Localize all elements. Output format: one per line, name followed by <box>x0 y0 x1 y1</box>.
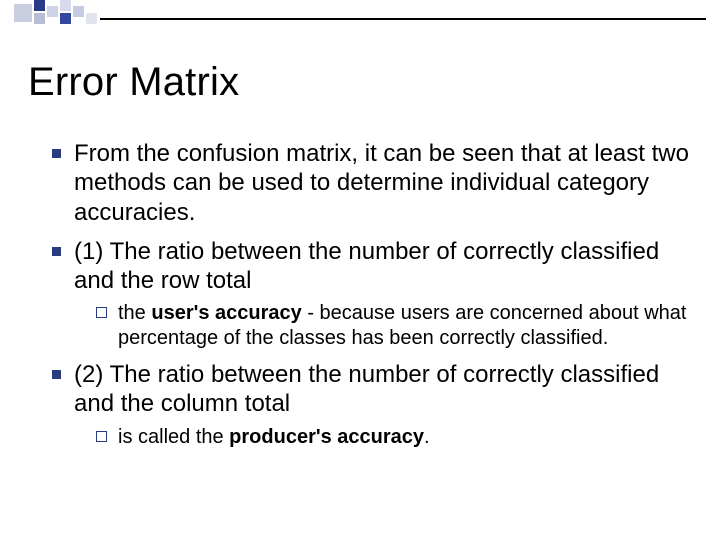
sub-bullet-text-bold: user's accuracy <box>151 302 301 324</box>
bullet-item: From the confusion matrix, it can be see… <box>52 139 692 227</box>
header-rule <box>100 18 706 20</box>
deco-square <box>34 13 45 24</box>
bullet-text: From the confusion matrix, it can be see… <box>74 140 689 226</box>
sub-bullet-text-prefix: the <box>118 302 151 324</box>
sub-bullet-item: is called the producer's accuracy. <box>96 425 692 449</box>
sub-bullet-list: is called the producer's accuracy. <box>74 425 692 449</box>
deco-square <box>60 0 71 11</box>
bullet-item: (2) The ratio between the number of corr… <box>52 360 692 449</box>
sub-bullet-text-rest: . <box>424 426 430 448</box>
slide-body: Error Matrix From the confusion matrix, … <box>28 60 692 459</box>
deco-square <box>73 6 84 17</box>
deco-square <box>47 6 58 17</box>
deco-square <box>34 0 45 11</box>
sub-bullet-item: the user's accuracy - because users are … <box>96 301 692 350</box>
bullet-list: From the confusion matrix, it can be see… <box>28 139 692 449</box>
slide-title: Error Matrix <box>28 60 692 105</box>
sub-bullet-text-bold: producer's accuracy <box>229 426 424 448</box>
deco-square <box>86 13 97 24</box>
sub-bullet-list: the user's accuracy - because users are … <box>74 301 692 350</box>
sub-bullet-text-prefix: is called the <box>118 426 229 448</box>
slide-header-decoration <box>0 0 720 30</box>
deco-square <box>60 13 71 24</box>
deco-square <box>14 4 32 22</box>
bullet-item: (1) The ratio between the number of corr… <box>52 237 692 350</box>
bullet-text: (2) The ratio between the number of corr… <box>74 361 659 417</box>
bullet-text: (1) The ratio between the number of corr… <box>74 238 659 294</box>
